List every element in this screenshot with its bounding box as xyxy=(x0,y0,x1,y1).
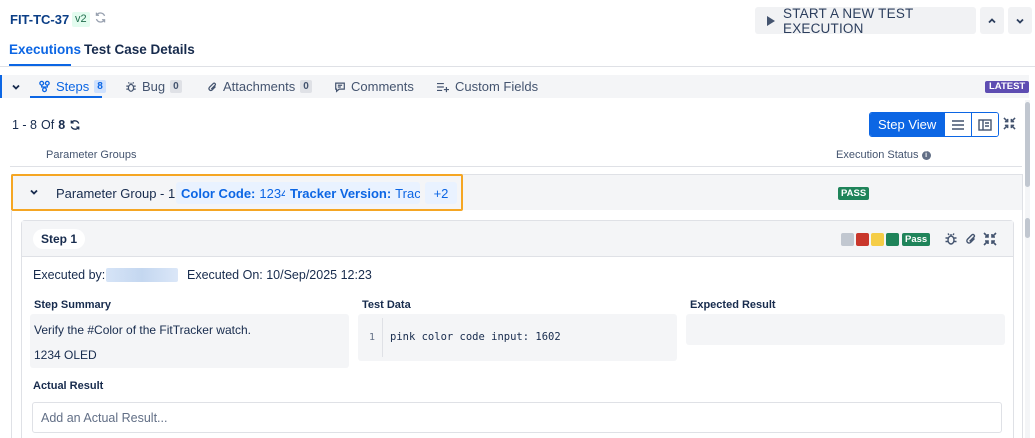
tab-comments-label: Comments xyxy=(351,79,414,94)
step-status-badge: Pass xyxy=(902,233,931,246)
step-summary-line: Verify the #Color of the FitTracker watc… xyxy=(34,323,251,337)
status-wip-button[interactable] xyxy=(871,233,884,246)
chevron-down-icon[interactable] xyxy=(29,187,39,197)
steps-icon xyxy=(39,80,50,93)
chevron-down-icon xyxy=(1016,18,1024,24)
pagination-info: 1 - 8 Of 8 xyxy=(12,118,81,132)
step-view-button[interactable]: Step View xyxy=(870,113,945,136)
detail-view-icon xyxy=(978,118,992,131)
page-of: Of xyxy=(41,118,55,132)
tab-attachments-label: Attachments xyxy=(223,79,296,94)
code-line-number: 1 xyxy=(369,332,376,343)
parameter-key: Color Code: xyxy=(181,185,256,201)
paperclip-icon[interactable] xyxy=(964,232,978,246)
list-view-button[interactable] xyxy=(944,113,972,136)
test-data-label: Test Data xyxy=(362,299,411,311)
steps-count: 8 xyxy=(94,80,106,93)
play-icon xyxy=(767,15,775,26)
refresh-icon[interactable] xyxy=(69,119,81,131)
collapse-chevron-icon[interactable] xyxy=(11,82,21,92)
bug-icon[interactable] xyxy=(944,232,958,246)
test-data-code: pink color code input: 1602 xyxy=(390,331,561,343)
start-button-label: START A NEW TEST EXECUTION xyxy=(783,5,914,36)
tab-comments[interactable]: Comments xyxy=(334,79,414,94)
step-summary-label: Step Summary xyxy=(34,299,112,311)
tabs-divider xyxy=(0,66,1035,67)
actual-result-input[interactable] xyxy=(32,402,1002,433)
code-gutter-divider xyxy=(382,318,383,357)
paperclip-icon xyxy=(208,82,217,91)
expected-result-box[interactable] xyxy=(686,314,1005,345)
page-total: 8 xyxy=(58,118,66,132)
tab-steps[interactable]: Steps 8 xyxy=(38,79,106,94)
bug-count: 0 xyxy=(170,80,182,93)
status-pass-button[interactable] xyxy=(886,233,899,246)
attachments-count: 0 xyxy=(300,80,312,93)
executor-avatar-name xyxy=(106,268,178,282)
collapse-icon[interactable] xyxy=(983,232,997,246)
comment-icon xyxy=(335,82,345,93)
page-range: 1 - 8 xyxy=(12,118,38,132)
status-unexecuted-button[interactable] xyxy=(841,233,854,246)
inner-scrollbar-thumb[interactable] xyxy=(1025,218,1030,238)
info-icon[interactable]: i xyxy=(921,150,931,160)
parameter-value: 1234 xyxy=(259,185,289,201)
step-title: Step 1 xyxy=(33,229,86,249)
issue-key[interactable]: FIT-TC-37 xyxy=(10,12,69,27)
tab-attachments[interactable]: Attachments 0 xyxy=(207,79,312,94)
actual-result-label: Actual Result xyxy=(33,380,104,392)
parameter-key: Tracker Version: xyxy=(290,185,392,201)
parameter-groups-header: Parameter Groups xyxy=(46,149,137,161)
chevron-up-icon xyxy=(988,17,996,23)
parameter-chip[interactable]: Color Code: 1234 xyxy=(176,182,294,204)
tab-steps-label: Steps xyxy=(56,79,90,94)
next-button[interactable] xyxy=(1008,7,1032,34)
tab-bug[interactable]: Bug 0 xyxy=(125,79,182,94)
status-fail-button[interactable] xyxy=(856,233,869,246)
execution-status-header: Execution Status i xyxy=(836,149,931,161)
scrollbar-thumb[interactable] xyxy=(1025,102,1030,187)
execution-status-label: Execution Status xyxy=(836,149,919,161)
executed-on: Executed On: 10/Sep/2025 12:23 xyxy=(187,268,372,282)
header-divider xyxy=(10,166,1022,167)
executed-by-label: Executed by: xyxy=(33,268,106,282)
tab-executions[interactable]: Executions xyxy=(9,42,81,66)
parameter-value: Trac... xyxy=(395,185,420,201)
parameter-group-label: Parameter Group - 1 xyxy=(56,186,176,201)
custom-fields-icon xyxy=(437,82,449,92)
sync-icon[interactable] xyxy=(94,11,107,24)
view-mode-toggle: Step View xyxy=(869,112,1000,137)
step-summary-line: 1234 OLED xyxy=(34,348,97,362)
tab-custom-fields[interactable]: Custom Fields xyxy=(436,79,538,94)
list-view-icon xyxy=(952,119,965,130)
detail-view-button[interactable] xyxy=(971,113,999,136)
tab-custom-fields-label: Custom Fields xyxy=(455,79,539,94)
group-status-badge: PASS xyxy=(838,187,870,200)
start-test-execution-button[interactable]: START A NEW TEST EXECUTION xyxy=(755,5,976,36)
active-subtab-indicator xyxy=(30,96,102,98)
expected-result-label: Expected Result xyxy=(690,299,776,311)
latest-badge: LATEST xyxy=(985,81,1030,93)
bug-icon xyxy=(126,81,136,92)
more-parameters-chip[interactable]: +2 xyxy=(425,182,457,204)
collapse-all-icon[interactable] xyxy=(1003,117,1016,130)
tab-bug-label: Bug xyxy=(142,79,166,94)
previous-button[interactable] xyxy=(980,7,1004,34)
version-badge: v2 xyxy=(72,12,90,27)
parameter-chip[interactable]: Tracker Version: Trac... xyxy=(285,182,420,204)
tab-test-case-details[interactable]: Test Case Details xyxy=(84,42,195,66)
